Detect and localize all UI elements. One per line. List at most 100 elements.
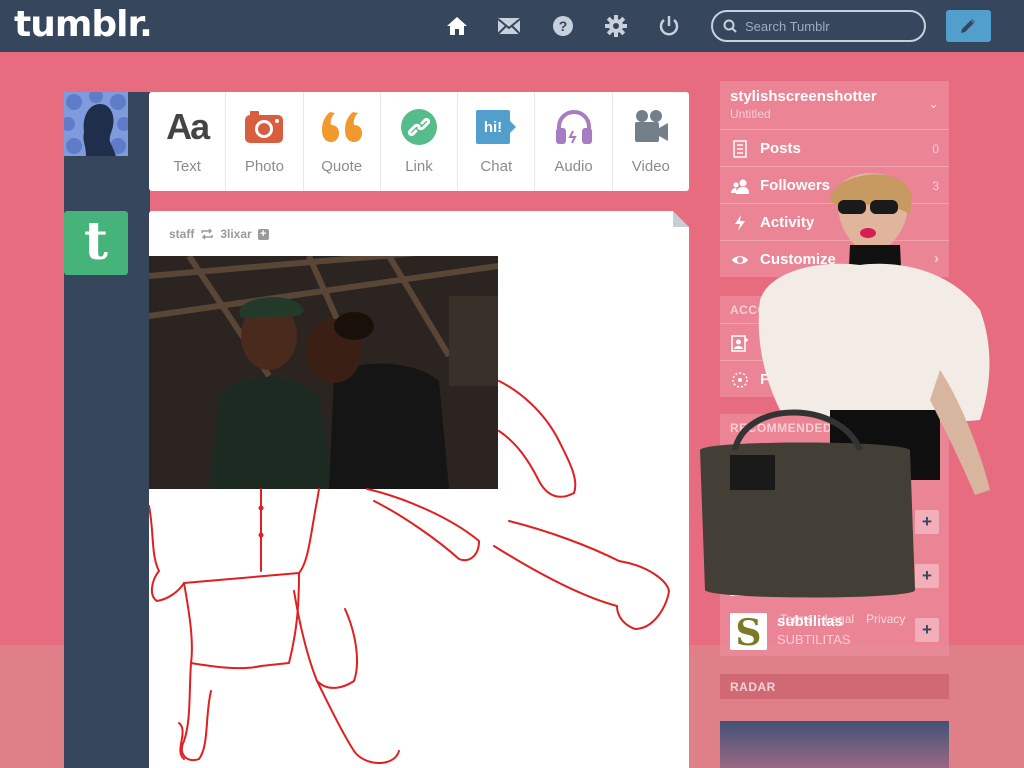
sidebar-item-activity[interactable]: Activity	[720, 203, 949, 240]
headphones-icon	[555, 109, 592, 144]
posts-count: 0	[932, 142, 939, 156]
post-photo[interactable]	[149, 256, 498, 489]
post-type-selector: Aa Text Photo Quote Link hi! Chat Audio …	[149, 92, 689, 191]
post-type-quote-button[interactable]: Quote	[304, 92, 381, 191]
post-type-label: Audio	[554, 158, 593, 175]
sidebar-item-find-blogs[interactable]: Find Blogs ›	[720, 360, 949, 397]
sidebar-item-label: Customize	[760, 251, 836, 268]
post-type-video-button[interactable]: Video	[613, 92, 689, 191]
blog-name[interactable]: spiritday	[777, 505, 840, 522]
blog-header[interactable]: stylishscreenshotter Untitled ⌄	[720, 81, 949, 129]
blog-thumbnail	[730, 505, 767, 542]
recommended-header: RECOMMENDED BLOGS	[730, 421, 882, 435]
footer-link-terms[interactable]: Terms	[780, 612, 813, 626]
chevron-down-icon[interactable]: ⌄	[928, 96, 939, 112]
pencil-icon	[961, 19, 975, 33]
footer-links: Terms Legal Privacy	[780, 612, 905, 626]
post-type-label: Chat	[480, 158, 513, 175]
find-blogs-icon	[732, 372, 748, 388]
reblog-icon	[201, 228, 214, 240]
blog-name[interactable]: viceuk	[777, 559, 824, 576]
account-header: ACCOUNT	[730, 303, 794, 317]
follow-plus-icon[interactable]: +	[257, 228, 269, 240]
svg-text:S: S	[736, 613, 762, 650]
follow-button[interactable]: +	[915, 618, 939, 642]
post-type-label: Photo	[244, 158, 285, 175]
post-type-link-button[interactable]: Link	[381, 92, 459, 191]
photo-two-men-image	[149, 256, 498, 489]
post-header: staff 3lixar +	[169, 227, 269, 241]
eye-icon	[732, 256, 748, 264]
post-author[interactable]: staff	[169, 227, 194, 241]
recommended-blog-item[interactable]: thementalzaline The Mental Line +	[720, 441, 949, 495]
sidebar-item-label: Posts	[760, 140, 801, 157]
link-icon	[400, 109, 437, 145]
chat-icon: hi!	[476, 110, 517, 144]
video-camera-icon	[634, 110, 668, 142]
post-type-label: Text	[173, 158, 201, 175]
sidebar-item-label: Activity	[760, 214, 815, 231]
search-box[interactable]	[711, 10, 926, 42]
chevron-right-icon: ›	[934, 250, 939, 267]
followers-icon	[731, 179, 749, 194]
post-type-audio-button[interactable]: Audio	[535, 92, 613, 191]
blog-name[interactable]: thementalzaline	[777, 451, 890, 468]
help-icon[interactable]: ?	[551, 14, 575, 38]
follow-button[interactable]: +	[915, 564, 939, 588]
sidebar-item-customize[interactable]: Customize ›	[720, 240, 949, 277]
svg-text:?: ?	[559, 18, 568, 34]
search-input[interactable]	[745, 17, 915, 35]
blog-thumbnail: S	[730, 613, 767, 650]
chat-icon-text: hi!	[484, 119, 502, 136]
footer-link-legal[interactable]: Legal	[825, 612, 854, 626]
post-type-text-button[interactable]: Aa Text	[149, 92, 227, 191]
post-type-label: Video	[631, 158, 670, 175]
post-type-photo-button[interactable]: Photo	[226, 92, 304, 191]
blog-description: #SpiritDay - October	[777, 524, 895, 539]
staff-avatar[interactable]: t	[64, 211, 128, 275]
sidebar-item-label: Followers	[760, 177, 831, 194]
chevron-right-icon: ›	[934, 333, 939, 350]
settings-icon[interactable]	[604, 14, 628, 38]
follow-button[interactable]: +	[915, 510, 939, 534]
followers-count: 3	[932, 179, 939, 193]
post-type-label: Link	[405, 158, 433, 175]
blog-thumbnail	[730, 451, 767, 488]
dashboard-post: staff 3lixar +	[149, 211, 689, 768]
post-type-chat-button[interactable]: hi! Chat	[458, 92, 536, 191]
sidebar-item-label: Find Blogs	[760, 371, 838, 388]
camera-icon	[245, 111, 284, 143]
radar-image[interactable]	[720, 721, 949, 768]
home-icon[interactable]	[445, 14, 469, 38]
search-icon	[723, 19, 737, 33]
sidebar-item-label: Following 2 blogs	[760, 334, 887, 351]
blog-menu: stylishscreenshotter Untitled ⌄ Posts 0 …	[720, 81, 949, 277]
compose-button[interactable]	[946, 10, 991, 42]
posts-icon	[733, 140, 747, 158]
radar-header: RADAR	[720, 674, 949, 699]
footer-link-privacy[interactable]: Privacy	[866, 612, 905, 626]
activity-icon	[735, 215, 745, 231]
sidebar-item-following[interactable]: Following 2 blogs ›	[720, 323, 949, 360]
reblog-source[interactable]: 3lixar	[220, 227, 251, 241]
logout-icon[interactable]	[657, 14, 681, 38]
top-navigation-bar: tumblr. ?	[0, 0, 1024, 52]
recommended-blog-item[interactable]: viceuk VICE Magazine +	[720, 549, 949, 603]
dashboard-column-strip	[64, 92, 150, 768]
quote-icon	[321, 112, 362, 142]
follow-button[interactable]: +	[915, 456, 939, 480]
blog-thumbnail	[730, 559, 767, 596]
account-menu: ACCOUNT Following 2 blogs › Find Blogs ›	[720, 296, 949, 397]
blog-name[interactable]: stylishscreenshotter	[730, 88, 877, 105]
text-aa-icon: Aa	[166, 106, 210, 147]
blog-description: SUBTILITAS	[777, 632, 851, 647]
recommended-blog-item[interactable]: spiritday #SpiritDay - October +	[720, 495, 949, 549]
blog-description: VICE Magazine	[777, 578, 868, 593]
user-avatar[interactable]	[64, 92, 128, 156]
inbox-icon[interactable]	[497, 14, 521, 38]
default-avatar-icon	[64, 92, 128, 156]
sidebar-item-posts[interactable]: Posts 0	[720, 129, 949, 166]
tumblr-logo[interactable]: tumblr.	[14, 4, 153, 45]
blog-description: The Mental Line	[777, 470, 871, 485]
sidebar-item-followers[interactable]: Followers 3	[720, 166, 949, 203]
